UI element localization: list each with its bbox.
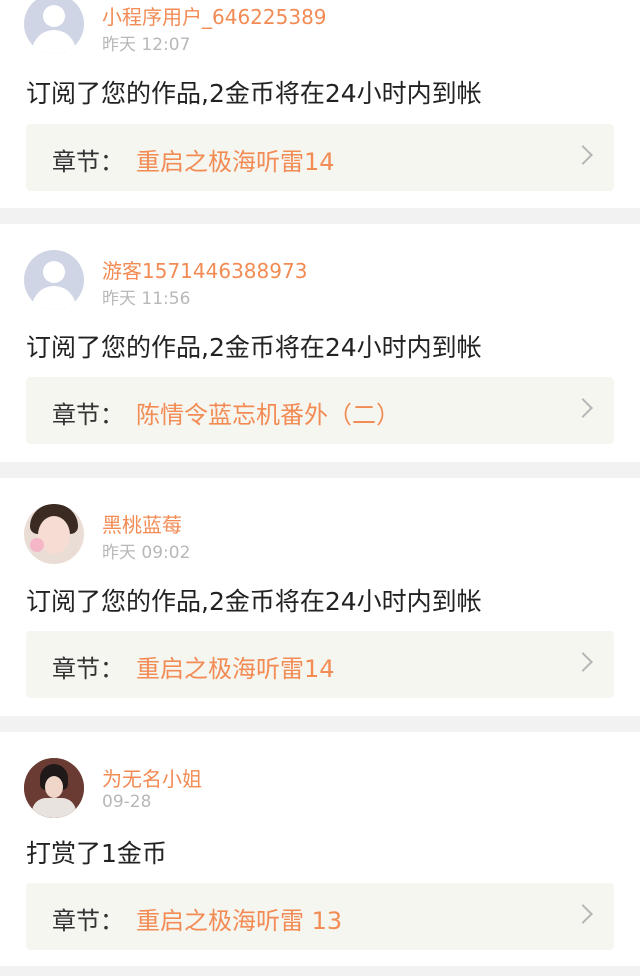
- avatar-flower-shape: [30, 538, 44, 552]
- notification-card: 黑桃蓝莓 昨天 09:02 订阅了您的作品,2金币将在24小时内到帐 章节： 重…: [0, 478, 640, 716]
- chevron-right-icon: [573, 652, 593, 672]
- chevron-right-icon: [573, 145, 593, 165]
- timestamp: 昨天 11:56: [102, 289, 191, 309]
- avatar[interactable]: [24, 504, 84, 564]
- avatar[interactable]: [24, 250, 84, 310]
- chapter-title: 重启之极海听雷14: [136, 655, 335, 683]
- chapter-link[interactable]: 章节： 重启之极海听雷 13: [26, 883, 614, 950]
- notification-card: 为无名小姐 09-28 打赏了1金币 章节： 重启之极海听雷 13: [0, 732, 640, 966]
- notification-message: 订阅了您的作品,2金币将在24小时内到帐: [26, 587, 482, 616]
- chapter-label: 章节：: [52, 655, 124, 683]
- timestamp: 昨天 09:02: [102, 543, 191, 563]
- avatar-body-shape: [32, 286, 76, 310]
- avatar-robe-shape: [32, 798, 76, 818]
- chapter-link[interactable]: 章节： 陈情令蓝忘机番外（二）: [26, 377, 614, 444]
- avatar-body-shape: [32, 30, 76, 54]
- notification-feed: 小程序用户_646225389 昨天 12:07 订阅了您的作品,2金币将在24…: [0, 0, 640, 976]
- notification-message: 订阅了您的作品,2金币将在24小时内到帐: [26, 333, 482, 362]
- username[interactable]: 小程序用户_646225389: [102, 1, 327, 30]
- notification-message: 打赏了1金币: [26, 839, 167, 868]
- avatar-head-shape: [43, 5, 65, 27]
- chapter-link[interactable]: 章节： 重启之极海听雷14: [26, 124, 614, 191]
- timestamp: 09-28: [102, 792, 152, 812]
- chapter-label: 章节：: [52, 148, 124, 176]
- avatar-face-shape: [45, 776, 63, 798]
- chapter-label: 章节：: [52, 907, 124, 935]
- timestamp: 昨天 12:07: [102, 35, 191, 55]
- username[interactable]: 黑桃蓝莓: [102, 509, 182, 538]
- chapter-title: 陈情令蓝忘机番外（二）: [136, 401, 400, 429]
- chapter-title: 重启之极海听雷14: [136, 148, 335, 176]
- avatar[interactable]: [24, 0, 84, 54]
- notification-card: 小程序用户_646225389 昨天 12:07 订阅了您的作品,2金币将在24…: [0, 0, 640, 208]
- avatar-head-shape: [43, 261, 65, 283]
- chapter-link[interactable]: 章节： 重启之极海听雷14: [26, 631, 614, 698]
- chapter-label: 章节：: [52, 401, 124, 429]
- username[interactable]: 为无名小姐: [102, 763, 202, 792]
- notification-message: 订阅了您的作品,2金币将在24小时内到帐: [26, 79, 482, 108]
- chevron-right-icon: [573, 398, 593, 418]
- username[interactable]: 游客1571446388973: [102, 255, 307, 284]
- notification-card: 游客1571446388973 昨天 11:56 订阅了您的作品,2金币将在24…: [0, 224, 640, 462]
- chapter-title: 重启之极海听雷 13: [136, 907, 343, 935]
- chevron-right-icon: [573, 904, 593, 924]
- avatar[interactable]: [24, 758, 84, 818]
